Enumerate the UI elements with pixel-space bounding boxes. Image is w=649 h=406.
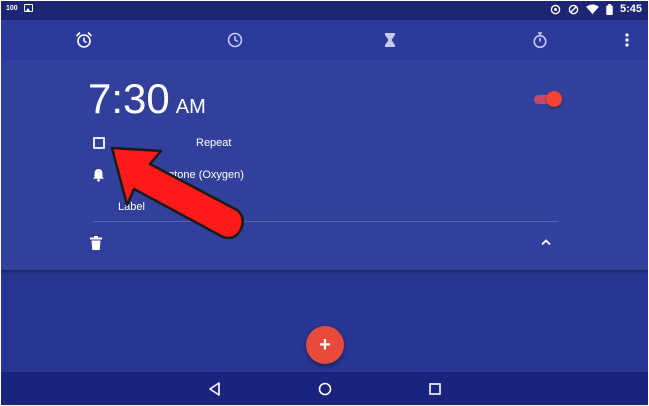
status-time: 5:45 xyxy=(619,3,642,15)
android-clock-screen: 100 5:45 7:30 AM Repeat Default ringtone… xyxy=(1,1,648,405)
battery-percent-label: 100 xyxy=(6,4,18,12)
stopwatch-icon[interactable] xyxy=(531,31,549,49)
more-vert-icon[interactable] xyxy=(620,30,634,50)
alarm-time-value: 7:30 xyxy=(88,75,170,122)
alarm-label-field[interactable]: Label xyxy=(118,201,145,213)
switch-thumb xyxy=(546,91,562,107)
chevron-up-icon[interactable] xyxy=(539,237,553,247)
wifi-icon xyxy=(586,3,599,14)
repeat-checkbox[interactable] xyxy=(93,137,105,149)
ringtone-selector[interactable]: Default ringtone (Oxygen) xyxy=(118,169,244,181)
timer-icon[interactable] xyxy=(381,31,399,49)
add-alarm-button[interactable]: + xyxy=(306,326,344,364)
do-not-disturb-icon xyxy=(568,4,579,14)
image-notification-icon xyxy=(23,4,33,12)
alarm-card[interactable]: 7:30 AM Repeat Default ringtone (Oxygen)… xyxy=(1,60,648,270)
system-nav-bar xyxy=(1,372,648,405)
alarm-set-icon xyxy=(550,4,561,14)
clock-icon[interactable] xyxy=(226,31,244,49)
repeat-label[interactable]: Repeat xyxy=(196,137,231,149)
home-icon[interactable] xyxy=(317,381,333,397)
back-icon[interactable] xyxy=(207,381,223,397)
recents-icon[interactable] xyxy=(427,381,443,397)
app-toolbar xyxy=(1,20,648,60)
alarm-time[interactable]: 7:30 AM xyxy=(88,75,206,123)
alarm-enable-switch[interactable] xyxy=(534,91,562,107)
battery-icon xyxy=(606,3,613,15)
status-bar: 100 5:45 xyxy=(1,1,648,20)
label-underline xyxy=(93,221,558,222)
trash-icon[interactable] xyxy=(90,236,102,250)
bell-icon xyxy=(92,168,105,182)
alarm-time-ampm: AM xyxy=(175,96,206,118)
alarm-icon[interactable] xyxy=(75,31,93,49)
